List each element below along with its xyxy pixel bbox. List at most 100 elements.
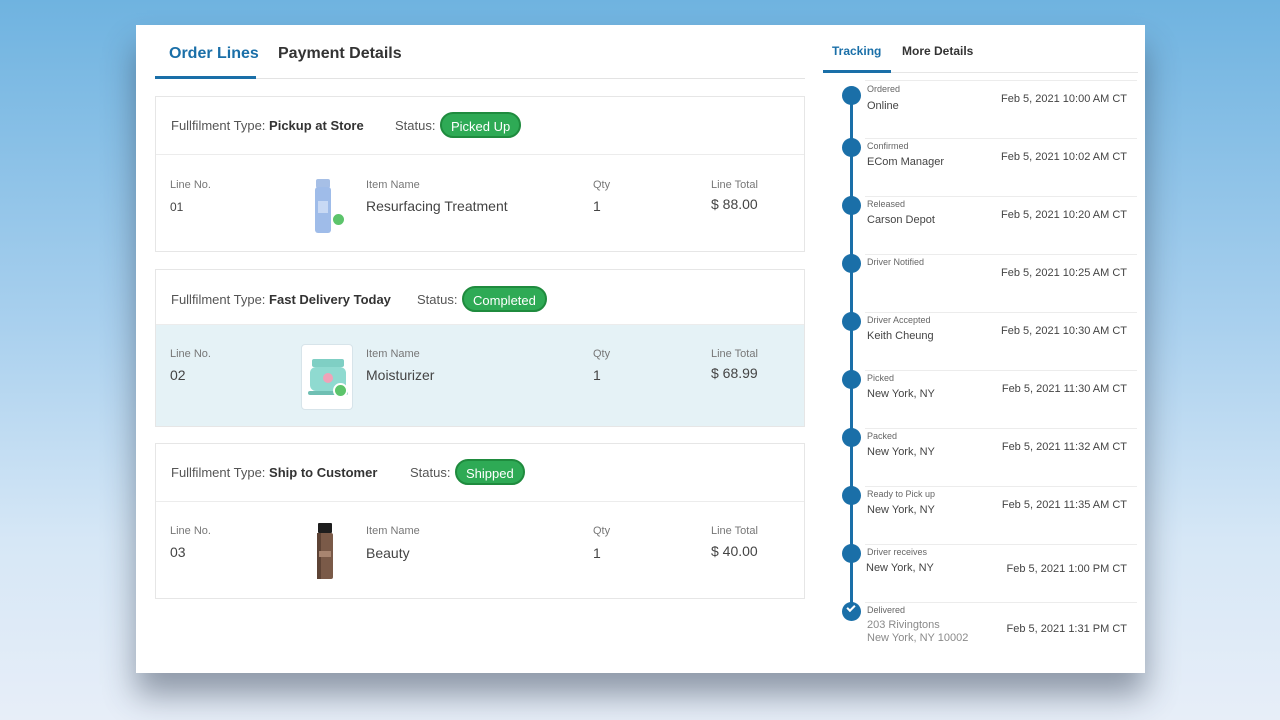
step-divider [865,486,1137,487]
tab-order-lines[interactable]: Order Lines [169,45,259,63]
line-total-label: Line Total [711,348,758,360]
step-detail: Online [867,100,899,112]
step-time: Feb 5, 2021 10:25 AM CT [1001,267,1127,279]
tab-payment-details[interactable]: Payment Details [278,45,402,63]
tracking-step-delivered: Delivered 203 Rivingtons New York, NY 10… [820,602,1138,672]
fulfilment-type: Fullfilment Type: Ship to Customer [171,465,377,480]
fulfilment-group-fast-delivery: Fullfilment Type: Fast Delivery Today St… [155,269,805,427]
fulfilment-type: Fullfilment Type: Pickup at Store [171,118,364,133]
tracking-step-driver-accepted: Driver Accepted Keith Cheung Feb 5, 2021… [820,312,1138,370]
step-detail: New York, NY [867,446,935,458]
step-time: Feb 5, 2021 10:00 AM CT [1001,93,1127,105]
step-time: Feb 5, 2021 10:30 AM CT [1001,325,1127,337]
serum-bottle-icon [301,175,353,239]
step-title: Delivered [867,605,906,615]
status-label: Status: [410,465,451,480]
step-time: Feb 5, 2021 10:02 AM CT [1001,151,1127,163]
step-detail: New York, NY [867,504,935,516]
step-dot-icon [842,544,861,563]
tracking-panel: Tracking More Details Ordered Online Feb… [820,25,1145,673]
qty-value: 1 [593,367,601,383]
check-icon [331,212,346,227]
order-line-row-selected[interactable]: Line No. 02 Item Name Moisturizer Qty 1 … [156,325,804,426]
line-no-label: Line No. [170,179,211,191]
item-name-value: Resurfacing Treatment [366,198,508,214]
fulfilment-type-label: Fullfilment Type: [171,465,266,480]
tracking-step-driver-receives: Driver receives New York, NY Feb 5, 2021… [820,544,1138,602]
step-dot-icon [842,254,861,273]
fulfilment-header: Fullfilment Type: Pickup at Store Status… [156,97,804,155]
step-divider [865,254,1137,255]
order-line-row[interactable]: Line No. 01 Item Name Resurfacing Treatm… [156,156,804,252]
step-title: Ready to Pick up [867,489,936,499]
status-badge: Picked Up [440,112,522,138]
step-divider [865,196,1137,197]
step-title: Released [867,199,906,209]
order-tabs: Order Lines Payment Details [155,39,805,79]
step-dot-icon [842,312,861,331]
step-title: Packed [867,431,898,441]
line-no-value: 03 [170,544,186,560]
cream-jar-icon [301,344,353,410]
line-total-label: Line Total [711,525,758,537]
item-name-label: Item Name [366,348,420,360]
step-divider [865,80,1137,81]
line-no-label: Line No. [170,525,211,537]
step-title: Driver Accepted [867,315,931,325]
line-total-value: $ 40.00 [711,543,758,559]
foundation-bottle-icon [301,521,353,585]
fulfilment-type-label: Fullfilment Type: [171,292,266,307]
step-title: Picked [867,373,895,383]
step-divider [865,602,1137,603]
line-no-value: 01 [170,200,184,214]
tracking-step-released: Released Carson Depot Feb 5, 2021 10:20 … [820,196,1138,254]
status-label: Status: [395,118,436,133]
step-detail: ECom Manager [867,156,945,168]
step-dot-icon [842,428,861,447]
step-title: Driver receives [867,547,928,557]
tracking-step-confirmed: Confirmed ECom Manager Feb 5, 2021 10:02… [820,138,1138,196]
line-no-value: 02 [170,367,186,383]
line-no-label: Line No. [170,348,211,360]
step-dot-icon [842,196,861,215]
step-time: Feb 5, 2021 11:30 AM CT [1001,383,1127,395]
step-divider [865,312,1137,313]
step-detail: Carson Depot [867,214,935,226]
tracking-step-ready-to-pick-up: Ready to Pick up New York, NY Feb 5, 202… [820,486,1138,544]
order-line-row[interactable]: Line No. 03 Item Name Beauty Qty 1 Line … [156,503,804,599]
step-detail: 203 Rivingtons [867,619,940,631]
step-divider [865,370,1137,371]
active-tab-indicator [155,76,256,79]
line-total-value: $ 88.00 [711,196,758,212]
step-time: Feb 5, 2021 11:35 AM CT [1001,499,1127,511]
step-detail: Keith Cheung [867,330,934,342]
step-divider [865,138,1137,139]
tracking-step-packed: Packed New York, NY Feb 5, 2021 11:32 AM… [820,428,1138,486]
fulfilment-type-label: Fullfilment Type: [171,118,266,133]
step-time: Feb 5, 2021 11:32 AM CT [1001,441,1127,453]
qty-value: 1 [593,545,601,561]
tracking-step-ordered: Ordered Online Feb 5, 2021 10:00 AM CT [820,80,1138,138]
step-detail: New York, NY [866,562,934,574]
check-icon [333,383,348,398]
tab-more-details[interactable]: More Details [902,44,973,58]
step-dot-icon [842,370,861,389]
qty-label: Qty [593,525,611,537]
tab-tracking[interactable]: Tracking [832,44,881,58]
line-total-label: Line Total [711,179,758,191]
order-card: Order Lines Payment Details Fullfilment … [136,25,1145,673]
fulfilment-type-value: Ship to Customer [269,465,378,480]
tracking-step-picked: Picked New York, NY Feb 5, 2021 11:30 AM… [820,370,1138,428]
step-divider [865,428,1137,429]
step-time: Feb 5, 2021 1:00 PM CT [1006,563,1127,575]
status-badge: Completed [462,286,547,312]
step-title: Driver Notified [867,257,925,267]
item-name-label: Item Name [366,179,420,191]
fulfilment-header: Fullfilment Type: Fast Delivery Today St… [156,270,804,325]
step-divider [865,544,1137,545]
fulfilment-type: Fullfilment Type: Fast Delivery Today [171,292,391,307]
step-dot-icon [842,86,861,105]
status-label: Status: [417,292,458,307]
item-name-label: Item Name [366,525,420,537]
line-total-value: $ 68.99 [711,365,758,381]
